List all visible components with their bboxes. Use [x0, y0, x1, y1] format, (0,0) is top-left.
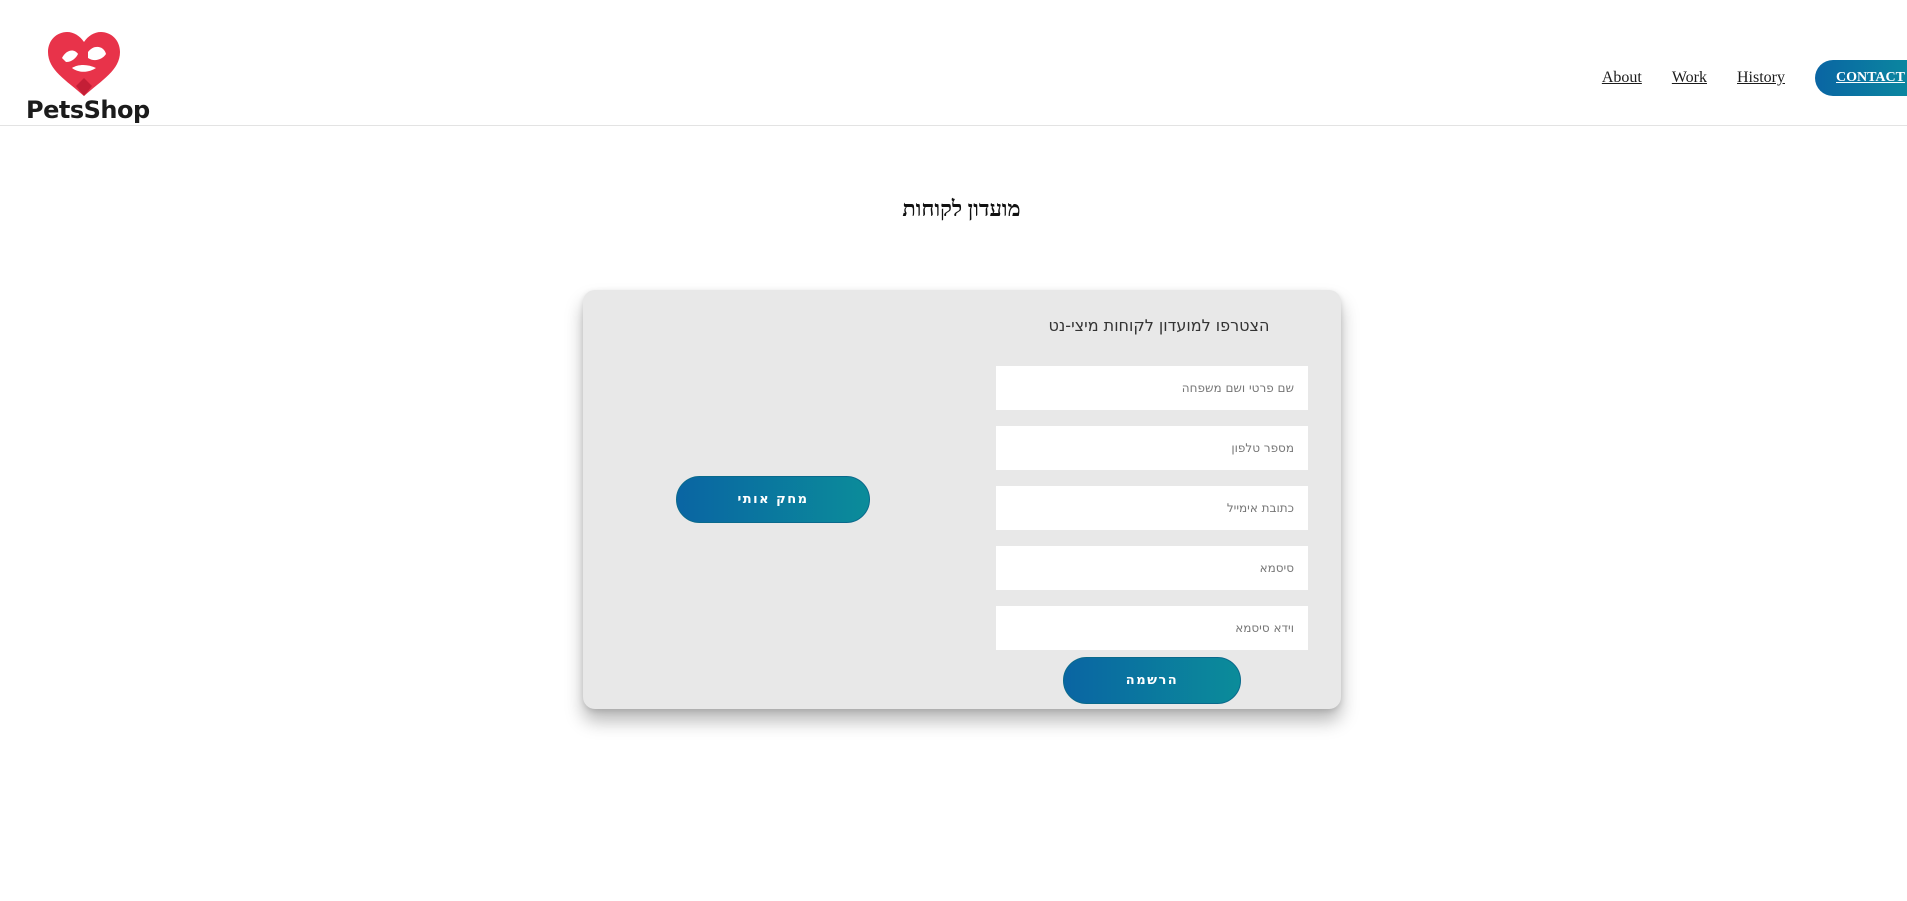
- full-name-field[interactable]: [996, 366, 1308, 410]
- main-nav: About Work History CONTACT: [1602, 60, 1907, 96]
- register-button[interactable]: הרשמה: [1063, 657, 1241, 704]
- heart-logo-icon: [48, 32, 120, 96]
- nav-about-link[interactable]: About: [1602, 69, 1642, 87]
- email-field[interactable]: [996, 486, 1308, 530]
- password-field[interactable]: [996, 546, 1308, 590]
- logo[interactable]: PetsShop: [26, 28, 150, 128]
- form-heading: הצטרפו למועדון לקוחות מיצי-נט: [1048, 316, 1270, 335]
- delete-me-button[interactable]: מחק אותי: [676, 476, 870, 523]
- logo-text: PetsShop: [26, 96, 150, 124]
- page-title: מועדון לקוחות: [902, 196, 1021, 221]
- phone-field[interactable]: [996, 426, 1308, 470]
- nav-work-link[interactable]: Work: [1672, 69, 1707, 87]
- site-header: PetsShop About Work History CONTACT: [0, 0, 1907, 126]
- signup-card: הצטרפו למועדון לקוחות מיצי-נט מחק אותי ה…: [583, 290, 1341, 709]
- nav-history-link[interactable]: History: [1737, 69, 1785, 87]
- confirm-password-field[interactable]: [996, 606, 1308, 650]
- contact-button[interactable]: CONTACT: [1815, 60, 1907, 96]
